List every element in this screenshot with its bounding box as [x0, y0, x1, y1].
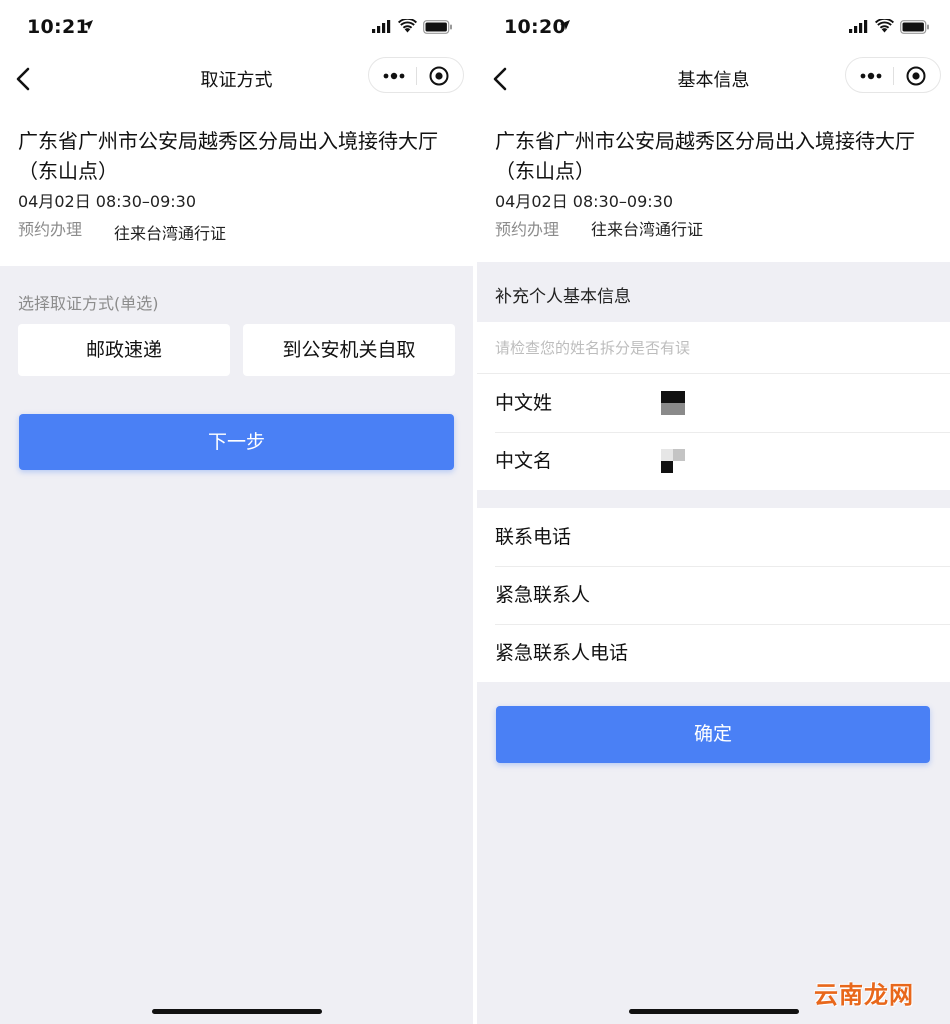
status-time: 10:21 [27, 16, 89, 38]
signal-icon [849, 20, 868, 33]
nav-bar: 基本信息 [477, 56, 950, 102]
status-bar: 10:21 [0, 0, 473, 56]
next-step-button[interactable]: 下一步 [19, 414, 454, 470]
battery-icon [423, 20, 452, 34]
home-indicator [628, 1009, 799, 1014]
right-screen: 10:20 基本信息 广东省广州市公安局越秀区分局出入境接待大厅（东山点） 04… [477, 0, 950, 1024]
home-indicator [151, 1009, 322, 1014]
miniprogram-capsule [368, 57, 464, 93]
service-value: 往来台湾通行证 [114, 224, 227, 243]
office-name: 广东省广州市公安局越秀区分局出入境接待大厅（东山点） [495, 129, 915, 183]
more-dots-icon[interactable] [381, 67, 407, 85]
service-label: 预约办理 [495, 220, 560, 239]
service-value: 往来台湾通行证 [591, 220, 704, 239]
office-name: 广东省广州市公安局越秀区分局出入境接待大厅（东山点） [18, 129, 438, 183]
emergency-phone-row[interactable]: 紧急联系人电话 [477, 624, 950, 682]
service-label: 预约办理 [18, 220, 83, 239]
section-header: 补充个人基本信息 [477, 262, 950, 322]
emergency-phone-label: 紧急联系人电话 [495, 642, 629, 664]
wifi-icon [875, 19, 894, 33]
location-arrow-icon [560, 20, 570, 30]
appointment-time: 04月02日 08:30–09:30 [18, 192, 197, 211]
nav-bar: 取证方式 [0, 56, 473, 102]
confirm-button[interactable]: 确定 [496, 706, 930, 763]
battery-icon [900, 20, 929, 34]
wifi-icon [398, 19, 417, 33]
givenname-value-redacted [661, 449, 685, 473]
name-split-hint: 请检查您的姓名拆分是否有误 [477, 322, 950, 374]
surname-label: 中文姓 [495, 392, 553, 414]
location-arrow-icon [83, 20, 93, 30]
site-watermark: 云南龙网 [814, 981, 914, 1009]
left-screen: 10:21 取证方式 广东省广州市公安局越秀区分局出入境接待大厅（东山点） 04… [0, 0, 473, 1024]
self-pickup-option[interactable]: 到公安机关自取 [243, 324, 455, 376]
contact-block: 联系电话 紧急联系人 紧急联系人电话 [477, 508, 950, 682]
more-dots-icon[interactable] [858, 67, 884, 85]
phone-label: 联系电话 [495, 526, 572, 548]
miniprogram-capsule [845, 57, 941, 93]
name-block: 请检查您的姓名拆分是否有误 中文姓 中文名 [477, 322, 950, 490]
postal-delivery-option[interactable]: 邮政速递 [18, 324, 230, 376]
service-row: 预约办理 往来台湾通行证 [495, 218, 932, 242]
service-row: 预约办理 往来台湾通行证 [18, 218, 455, 246]
capsule-divider [893, 67, 894, 85]
phone-row[interactable]: 联系电话 [477, 508, 950, 566]
surname-row[interactable]: 中文姓 [477, 374, 950, 432]
choose-method-tip: 选择取证方式(单选) [18, 294, 159, 313]
appointment-time: 04月02日 08:30–09:30 [495, 192, 674, 211]
section-title: 补充个人基本信息 [495, 287, 631, 307]
appointment-info: 广东省广州市公安局越秀区分局出入境接待大厅（东山点） 04月02日 08:30–… [477, 102, 950, 262]
status-time: 10:20 [504, 16, 566, 38]
status-bar: 10:20 [477, 0, 950, 56]
emergency-contact-label: 紧急联系人 [495, 584, 591, 606]
close-target-icon[interactable] [427, 64, 451, 88]
capsule-divider [416, 67, 417, 85]
givenname-row[interactable]: 中文名 [477, 432, 950, 490]
surname-value-redacted [661, 391, 685, 415]
appointment-info: 广东省广州市公安局越秀区分局出入境接待大厅（东山点） 04月02日 08:30–… [0, 102, 473, 266]
givenname-label: 中文名 [495, 450, 553, 472]
signal-icon [372, 20, 391, 33]
close-target-icon[interactable] [904, 64, 928, 88]
emergency-contact-row[interactable]: 紧急联系人 [477, 566, 950, 624]
